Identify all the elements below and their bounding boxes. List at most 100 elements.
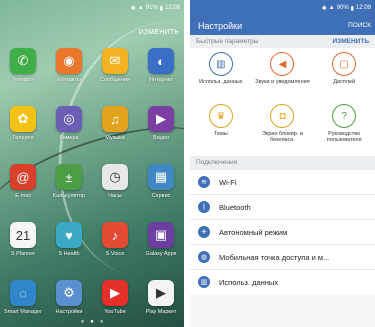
quick-setting-label: Дисплей xyxy=(333,79,356,85)
app-label: Часы xyxy=(108,193,122,199)
page-indicator: ● ● ● xyxy=(0,319,184,325)
clock-time: 12:09 xyxy=(164,5,180,11)
edit-quick-settings-button[interactable]: ИЗМЕНИТЬ xyxy=(332,38,369,45)
quick-setting-label: Использ. данных xyxy=(199,79,243,85)
quick-setting-themes[interactable]: ♛ Темы xyxy=(190,104,252,156)
quick-setting-data-usage[interactable]: ▥ Использ. данных xyxy=(190,52,252,104)
app-camera[interactable]: ◎ Камера xyxy=(46,106,92,164)
calendar-icon: 21 xyxy=(10,222,36,248)
bluetooth-status-icon: ✱ xyxy=(321,5,327,12)
app-label: Play Маркет xyxy=(145,309,177,315)
page-dot[interactable]: ● xyxy=(81,319,85,325)
signal-icon: ▲ xyxy=(137,5,144,11)
settings-row-label: Использ. данных xyxy=(219,277,279,287)
app-label: Галерея xyxy=(12,135,34,141)
page-title: Настройки xyxy=(198,20,243,31)
app-label: YouTube xyxy=(104,309,126,315)
app-music[interactable]: ♫ Музыка xyxy=(92,106,138,164)
app-messages[interactable]: ✉ Сообщения xyxy=(92,48,138,106)
settings-row-bluetooth[interactable]: ᛒ Bluetooth xyxy=(190,194,375,219)
lock-icon: ◘ xyxy=(270,104,295,128)
video-icon: ▶ xyxy=(148,106,174,132)
data-usage-icon: ▥ xyxy=(208,52,233,76)
app-calculator[interactable]: ± Калькулятор xyxy=(46,164,92,222)
settings-header: Настройки ПОИСК xyxy=(190,16,375,35)
app-label: Настройки xyxy=(55,309,83,315)
hotspot-icon: ◍ xyxy=(198,251,210,263)
app-voice[interactable]: ♪ S Voice xyxy=(92,222,138,280)
gallery-icon: ✿ xyxy=(10,106,36,132)
settings-screen: ✱ ▲ 90% ▮ 12:09 Настройки ПОИСК Быстрые … xyxy=(190,0,375,327)
app-grid: ✆ Телефон ◉ Контакты ✉ Сообщения ◐ Интернет ✿ Гал… xyxy=(0,48,184,327)
app-label: Калькулятор xyxy=(52,193,86,199)
page-dot[interactable]: ● xyxy=(100,319,104,325)
quick-settings-header: Быстрые параметры ИЗМЕНИТЬ xyxy=(190,35,375,48)
contacts-icon: ◉ xyxy=(56,48,82,74)
status-bar: ✱ ▲ 90% ▮ 12:09 xyxy=(190,0,375,16)
app-video[interactable]: ▶ Видео xyxy=(138,106,184,164)
quick-setting-display[interactable]: ▢ Дисплей xyxy=(313,52,375,104)
app-label: Smart Manager xyxy=(4,309,42,315)
battery-level: 90% xyxy=(336,5,349,11)
health-icon: ♥ xyxy=(56,222,82,248)
user-guide-icon: ? xyxy=(332,104,357,128)
quick-settings-grid: ▥ Использ. данных ◀ Звуки и уведомления ▢ Дис… xyxy=(190,48,375,156)
airplane-icon: ✈ xyxy=(198,226,210,238)
quick-setting-sound[interactable]: ◀ Звуки и уведомления xyxy=(252,52,314,104)
data-usage-icon: ▥ xyxy=(198,276,210,288)
app-label: Музыка xyxy=(105,135,125,141)
app-label: Сервис xyxy=(151,193,171,199)
clock-icon: ◷ xyxy=(102,164,128,190)
app-label: Камера xyxy=(59,135,79,141)
app-email[interactable]: @ E-mail xyxy=(0,164,46,222)
status-bar: ✱ ▲ 91% ▮ 12:09 xyxy=(0,0,184,16)
quick-setting-lock[interactable]: ◘ Экран блокир. и безопасн. xyxy=(252,104,314,156)
app-gallery[interactable]: ✿ Галерея xyxy=(0,106,46,164)
connections-list: ≋ Wi-Fi ᛒ Bluetooth ✈ Автономный режим ◍ Мобиль… xyxy=(190,169,375,294)
internet-icon: ◐ xyxy=(148,48,174,74)
clock-time: 12:09 xyxy=(355,5,371,11)
app-contacts[interactable]: ◉ Контакты xyxy=(46,48,92,106)
settings-row-data-usage[interactable]: ▥ Использ. данных xyxy=(190,269,375,294)
settings-row-airplane[interactable]: ✈ Автономный режим xyxy=(190,219,375,244)
messages-icon: ✉ xyxy=(102,48,128,74)
battery-level: 91% xyxy=(145,5,158,11)
voice-icon: ♪ xyxy=(102,222,128,248)
app-calendar[interactable]: 21 S Planner xyxy=(0,222,46,280)
page-dot-active[interactable]: ● xyxy=(90,319,94,325)
sound-icon: ◀ xyxy=(270,52,295,76)
section-title: Быстрые параметры xyxy=(196,38,259,45)
settings-icon: ⚙ xyxy=(56,280,82,306)
bluetooth-status-icon: ✱ xyxy=(130,5,136,12)
galaxy-apps-icon: ▣ xyxy=(148,222,174,248)
app-label: S Voice xyxy=(105,251,125,257)
email-icon: @ xyxy=(10,164,36,190)
app-label: S Planner xyxy=(10,251,36,257)
app-label: E-mail xyxy=(15,193,31,199)
section-title: Подключения xyxy=(196,159,238,166)
phone-icon: ✆ xyxy=(10,48,36,74)
settings-row-label: Мобильная точка доступа и м... xyxy=(219,252,330,262)
calculator-icon: ± xyxy=(56,164,82,190)
app-label: Телефон xyxy=(11,77,35,83)
app-galaxy-apps[interactable]: ▣ Galaxy Apps xyxy=(138,222,184,280)
connections-header: Подключения xyxy=(190,156,375,169)
edit-button[interactable]: ИЗМЕНИТЬ xyxy=(139,29,179,36)
settings-row-label: Автономный режим xyxy=(219,227,288,237)
app-clock[interactable]: ◷ Часы xyxy=(92,164,138,222)
app-phone[interactable]: ✆ Телефон xyxy=(0,48,46,106)
app-label: Видео xyxy=(152,135,170,141)
tools-icon: ▦ xyxy=(148,164,174,190)
home-screen: ✱ ▲ 91% ▮ 12:09 ИЗМЕНИТЬ ✆ Телефон ◉ Контак… xyxy=(0,0,184,327)
settings-row-wifi[interactable]: ≋ Wi-Fi xyxy=(190,169,375,194)
app-label: Интернет xyxy=(149,77,173,83)
youtube-icon: ▶ xyxy=(102,280,128,306)
settings-row-hotspot[interactable]: ◍ Мобильная точка доступа и м... xyxy=(190,244,375,269)
app-health[interactable]: ♥ S Health xyxy=(46,222,92,280)
settings-row-label: Bluetooth xyxy=(219,202,251,212)
search-button[interactable]: ПОИСК xyxy=(348,22,371,29)
app-internet[interactable]: ◐ Интернет xyxy=(138,48,184,106)
quick-setting-user-guide[interactable]: ? Руководство пользователя xyxy=(313,104,375,156)
app-tools[interactable]: ▦ Сервис xyxy=(138,164,184,222)
signal-icon: ▲ xyxy=(328,5,335,11)
